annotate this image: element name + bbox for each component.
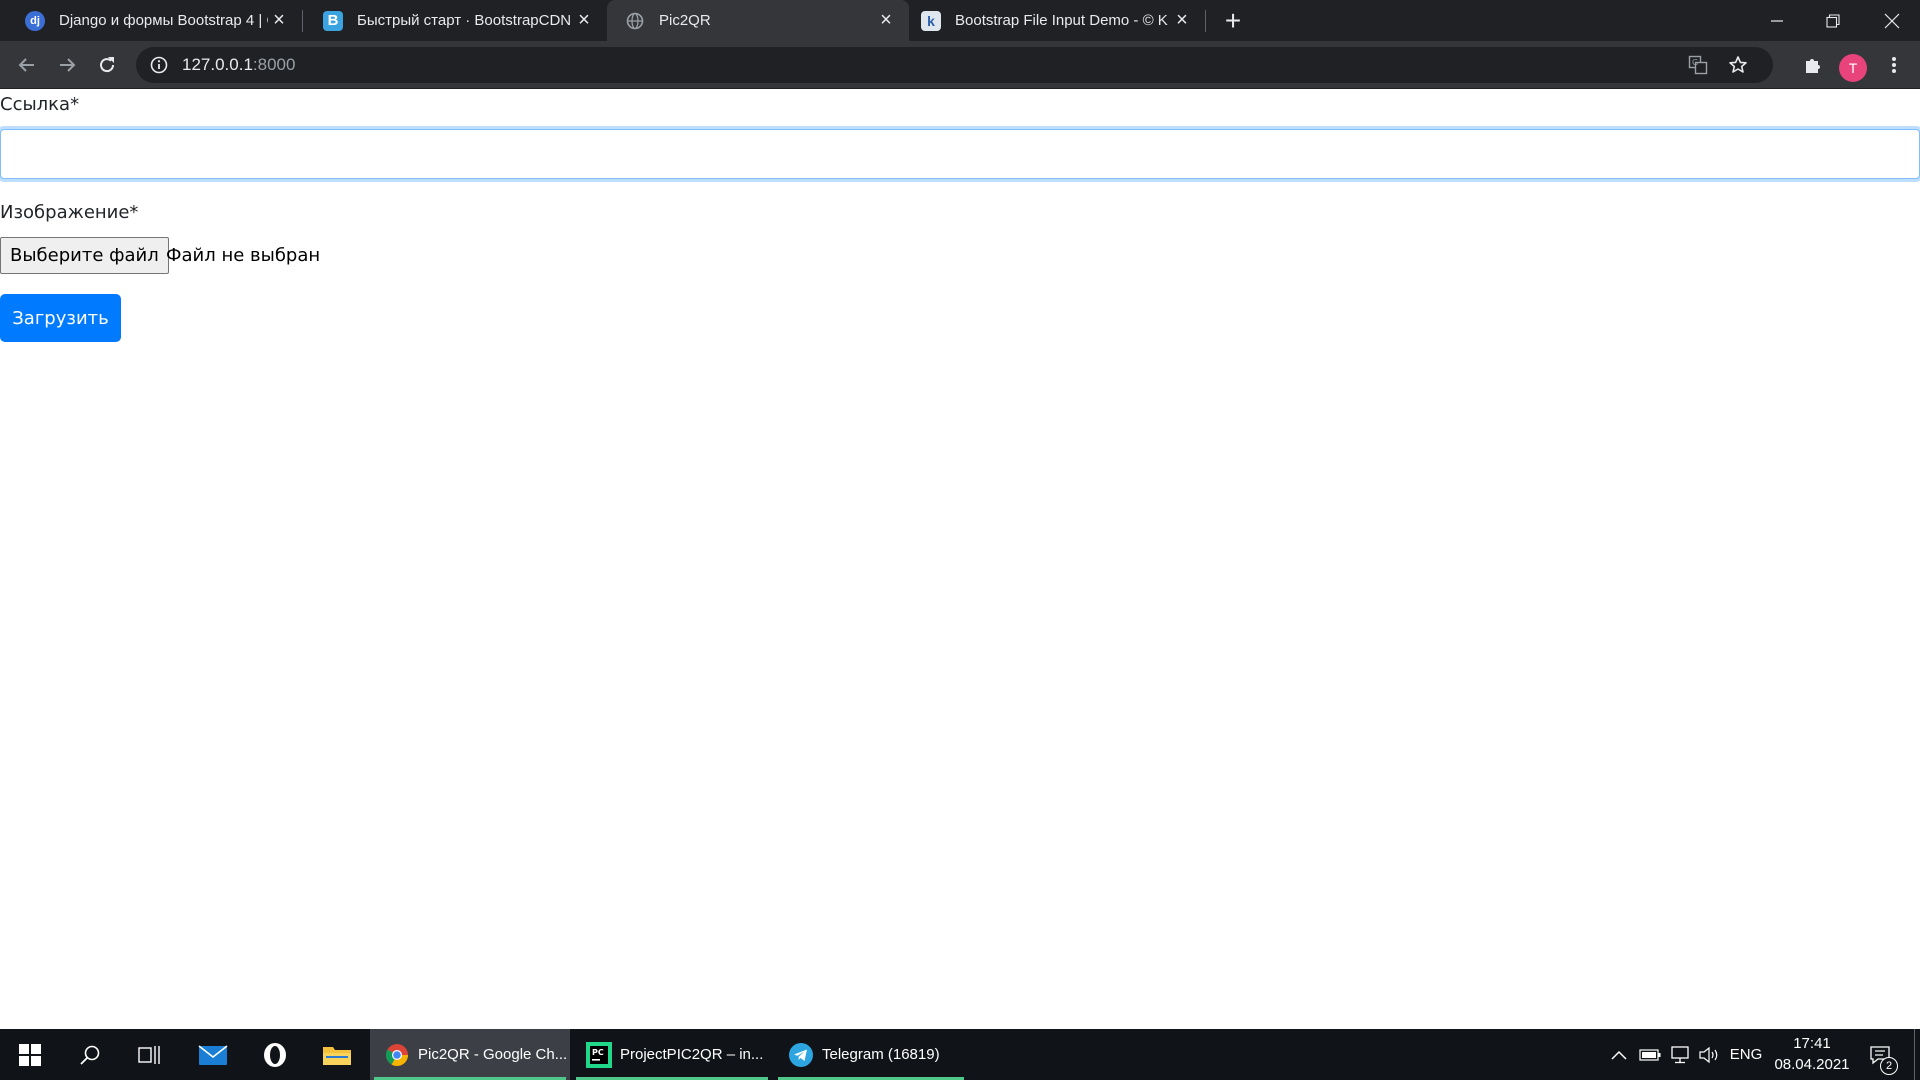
task-view-icon[interactable] — [120, 1029, 180, 1080]
taskbar-item-pycharm[interactable]: PC ProjectPIC2QR – in... — [572, 1029, 772, 1080]
extensions-puzzle-icon[interactable] — [1796, 49, 1828, 81]
file-explorer-icon[interactable] — [307, 1029, 367, 1080]
close-icon[interactable]: × — [268, 9, 290, 32]
tab-file-input-demo[interactable]: k Bootstrap File Input Demo - © K × — [909, 0, 1205, 41]
close-icon[interactable]: × — [1171, 9, 1193, 32]
url-port: :8000 — [252, 55, 296, 74]
volume-icon[interactable] — [1694, 1029, 1724, 1080]
mail-icon[interactable] — [183, 1029, 243, 1080]
tab-title: Pic2QR — [659, 12, 711, 29]
tab-title: Django и формы Bootstrap 4 | C — [59, 12, 268, 29]
tab-separator — [1205, 10, 1206, 32]
windows-taskbar: Pic2QR - Google Ch... PC ProjectPIC2QR –… — [0, 1029, 1920, 1080]
site-info-icon[interactable] — [148, 54, 170, 76]
notification-count-badge: 2 — [1880, 1057, 1898, 1075]
show-desktop-divider[interactable] — [1914, 1029, 1915, 1080]
back-button[interactable] — [11, 49, 43, 81]
bootstrapcdn-favicon-icon: B — [323, 10, 343, 31]
system-clock[interactable]: 17:41 08.04.2021 — [1760, 1033, 1864, 1075]
choose-file-button[interactable]: Выберите файл — [0, 237, 169, 274]
search-icon[interactable] — [60, 1029, 120, 1080]
close-window-button[interactable] — [1864, 0, 1920, 41]
image-label: Изображение* — [0, 202, 139, 223]
globe-icon — [625, 11, 645, 31]
django-favicon-icon: dj — [25, 10, 45, 31]
task-label: ProjectPIC2QR – in... — [620, 1046, 764, 1063]
translate-icon[interactable]: G — [1687, 54, 1709, 76]
tab-strip: dj Django и формы Bootstrap 4 | C × B Бы… — [0, 0, 1920, 41]
tab-bootstrapcdn[interactable]: B Быстрый старт · BootstrapCDN × — [303, 0, 607, 41]
clock-time: 17:41 — [1793, 1035, 1831, 1052]
url-host: 127.0.0.1 — [182, 55, 253, 74]
show-hidden-icons-chevron-up-icon[interactable] — [1604, 1029, 1634, 1080]
telegram-icon — [788, 1042, 814, 1068]
link-input[interactable] — [0, 129, 1920, 179]
taskbar-item-chrome[interactable]: Pic2QR - Google Ch... — [370, 1029, 570, 1080]
close-icon[interactable]: × — [875, 9, 897, 32]
clock-date: 08.04.2021 — [1774, 1056, 1850, 1073]
file-status-text: Файл не выбран — [166, 245, 321, 266]
close-icon[interactable]: × — [573, 9, 595, 32]
reload-button[interactable] — [91, 49, 123, 81]
link-label: Ссылка* — [0, 94, 80, 115]
chrome-menu-icon[interactable] — [1878, 49, 1910, 81]
windows-start-icon[interactable] — [0, 1029, 60, 1080]
svg-text:PC: PC — [592, 1048, 604, 1057]
tab-title: Bootstrap File Input Demo - © K — [955, 12, 1168, 29]
krajee-favicon-icon: k — [921, 10, 941, 31]
battery-icon[interactable] — [1635, 1029, 1665, 1080]
task-label: Telegram (16819) — [822, 1046, 940, 1063]
svg-text:G: G — [1692, 58, 1698, 67]
pycharm-icon: PC — [586, 1041, 612, 1068]
page-content: Ссылка* Изображение* Выберите файл Файл … — [0, 89, 1920, 1029]
forward-button[interactable] — [51, 49, 83, 81]
bookmark-star-icon[interactable] — [1727, 54, 1749, 76]
minimize-button[interactable] — [1749, 0, 1805, 41]
taskbar-item-telegram[interactable]: Telegram (16819) — [774, 1029, 968, 1080]
chrome-icon — [384, 1042, 410, 1068]
new-tab-button[interactable]: + — [1218, 5, 1248, 36]
restore-button[interactable] — [1805, 0, 1861, 41]
upload-submit-button[interactable]: Загрузить — [0, 294, 121, 342]
opera-icon[interactable] — [245, 1029, 305, 1080]
task-label: Pic2QR - Google Ch... — [418, 1046, 568, 1063]
tab-django[interactable]: dj Django и формы Bootstrap 4 | C × — [0, 0, 302, 41]
address-bar[interactable]: 127.0.0.1:8000 G — [136, 47, 1773, 83]
tab-pic2qr[interactable]: Pic2QR × — [607, 0, 909, 41]
profile-avatar[interactable]: T — [1839, 54, 1867, 82]
network-icon[interactable] — [1665, 1029, 1695, 1080]
tab-title: Быстрый старт · BootstrapCDN — [357, 12, 572, 29]
browser-toolbar: 127.0.0.1:8000 G T — [0, 41, 1920, 89]
